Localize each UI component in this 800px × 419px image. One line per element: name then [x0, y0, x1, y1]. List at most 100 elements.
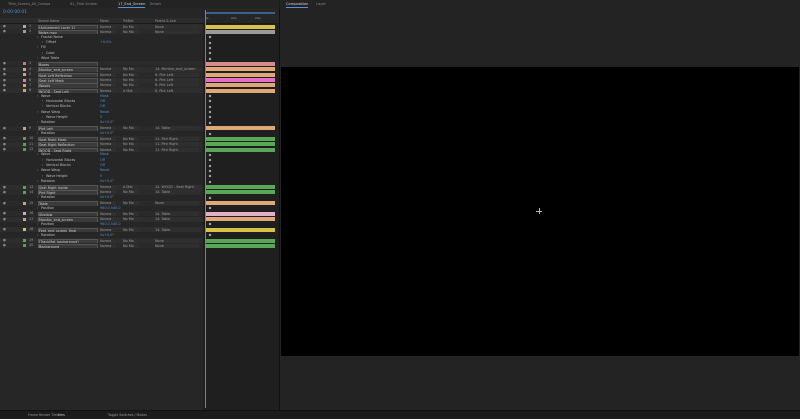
layer-duration-bar[interactable]	[206, 190, 275, 195]
eye-icon[interactable]: ●	[3, 78, 6, 83]
property-value[interactable]: Reset	[100, 110, 109, 115]
property-value[interactable]: 0x+0.0°	[100, 120, 114, 125]
twirl-icon[interactable]: ›	[42, 104, 43, 109]
eye-icon[interactable]: ●	[3, 126, 6, 131]
layer-name[interactable]: Monitor_end_screen	[38, 67, 98, 72]
keyframe-icon[interactable]	[208, 110, 212, 114]
layer-duration-bar[interactable]	[206, 142, 275, 147]
label-color-swatch[interactable]	[23, 244, 26, 248]
col-parent[interactable]: Parent & Link	[155, 19, 176, 23]
layer-name[interactable]: [Adjustment Layer 1]	[38, 24, 98, 29]
property-value[interactable]: Off	[100, 163, 105, 168]
property-row[interactable]: › Wave Warp Reset	[0, 109, 203, 115]
property-row[interactable]: › Wave Mask	[0, 93, 203, 99]
keyframe-icon[interactable]	[208, 223, 212, 226]
layer-name[interactable]: Boxes	[38, 61, 98, 67]
property-row[interactable]: › Offset +0.0%	[0, 40, 203, 46]
property-row[interactable]: › Horizontal Blocks Off	[0, 157, 203, 163]
keyframe-icon[interactable]	[208, 132, 212, 135]
layer-name[interactable]: [TrackMat_background]	[38, 238, 98, 243]
parent-dropdown[interactable]: 11. Pint Right	[155, 136, 199, 141]
layer-name[interactable]: Seat Left Mask	[38, 78, 98, 83]
timecode[interactable]: 0:00:00:01	[3, 10, 27, 15]
mode-dropdown[interactable]: Norma	[100, 67, 116, 72]
mode-dropdown[interactable]: Norma	[100, 185, 116, 189]
label-color-swatch[interactable]	[23, 217, 26, 221]
layer-row[interactable]: ● 19 [TrackMat_background] Norma No Mo None	[0, 238, 203, 243]
tab-title-screen-all-comps[interactable]: Title_Screen_All_Comps	[8, 1, 50, 7]
keyframe-icon[interactable]	[208, 164, 212, 168]
parent-dropdown[interactable]: None	[155, 243, 199, 248]
mode-dropdown[interactable]: Norma	[100, 83, 116, 88]
label-color-swatch[interactable]	[23, 137, 26, 141]
trkmat-dropdown[interactable]: No Mo	[123, 190, 139, 195]
eye-icon[interactable]: ●	[3, 201, 6, 206]
layer-duration-bar[interactable]	[206, 78, 275, 82]
twirl-icon[interactable]: ›	[42, 115, 43, 120]
layer-row[interactable]: ● 7 Woods Norma No Mo 6. Pint Left	[0, 82, 203, 88]
layer-name[interactable]: Seat Right Mask	[38, 136, 98, 142]
layer-duration-bar[interactable]	[206, 243, 275, 248]
tab-17-end-screen[interactable]: 17_End_Screen	[118, 1, 146, 8]
layer-name[interactable]: Table	[38, 201, 98, 206]
layer-duration-bar[interactable]	[206, 185, 275, 189]
layer-duration-bar[interactable]	[206, 217, 275, 222]
layer-duration-bar[interactable]	[206, 61, 275, 66]
property-row[interactable]: › Vertical Blocks Off	[0, 104, 203, 110]
layer-row[interactable]: ● 18 Feet_end_screen_final Norma No Mo 14. Ta…	[0, 227, 203, 233]
parent-dropdown[interactable]: 6. Pint Left	[155, 72, 199, 77]
trkmat-dropdown[interactable]: A Mat	[123, 88, 139, 93]
twirl-icon[interactable]: ›	[37, 45, 38, 50]
layer-name[interactable]: Background	[38, 243, 98, 249]
parent-dropdown[interactable]: 6. Pint Left	[155, 78, 199, 82]
trkmat-dropdown[interactable]: No Mo	[123, 238, 139, 243]
composition-viewer[interactable]	[281, 67, 799, 356]
keyframe-icon[interactable]	[208, 35, 212, 39]
col-trkmat[interactable]: TrkMat	[123, 19, 134, 23]
eye-icon[interactable]: ●	[3, 243, 6, 248]
layer-row[interactable]: ● 5 Seat Left Reflection Norma No Mo 6. Pint …	[0, 72, 203, 78]
layer-row[interactable]: ● 9 Pint Left Norma No Mo 14. Table	[0, 125, 203, 131]
layer-row[interactable]: ● 8 WOOD - Seat Left Norma A Mat 6. Pint Left	[0, 88, 203, 94]
layer-duration-bar[interactable]	[206, 201, 275, 206]
label-color-swatch[interactable]	[23, 73, 26, 77]
trkmat-dropdown[interactable]: No Mo	[123, 211, 139, 216]
layer-duration-bar[interactable]	[206, 147, 275, 152]
mode-dropdown[interactable]: Norma	[100, 78, 116, 82]
tab-layer[interactable]: Layer	[316, 1, 326, 7]
label-color-swatch[interactable]	[23, 190, 26, 194]
parent-dropdown[interactable]: 6. Pint Left	[155, 83, 199, 88]
property-value[interactable]: 0x+0.0°	[100, 179, 114, 184]
mode-dropdown[interactable]: Norma	[100, 136, 116, 141]
property-row[interactable]: › Fractal Noise	[0, 34, 203, 40]
twirl-icon[interactable]: ›	[37, 179, 38, 184]
keyframe-icon[interactable]	[208, 180, 212, 184]
label-color-swatch[interactable]	[23, 201, 26, 205]
eye-icon[interactable]: ●	[3, 136, 6, 141]
eye-icon[interactable]: ●	[3, 67, 6, 72]
mode-dropdown[interactable]: Norma	[100, 211, 116, 216]
twirl-icon[interactable]: ›	[42, 174, 43, 179]
work-area-bar[interactable]	[205, 12, 275, 14]
label-color-swatch[interactable]	[23, 30, 26, 34]
property-row[interactable]: › Wave Height 5	[0, 114, 203, 120]
layer-row[interactable]: ● 3 Boxes	[0, 61, 203, 67]
twirl-icon[interactable]: ›	[37, 120, 38, 125]
layer-name[interactable]: Seat Left Reflection	[38, 72, 98, 78]
keyframe-icon[interactable]	[208, 158, 212, 162]
twirl-icon[interactable]: ›	[42, 51, 43, 56]
mode-dropdown[interactable]: Norma	[100, 24, 116, 29]
trkmat-dropdown[interactable]: A Mat	[123, 185, 139, 189]
twirl-icon[interactable]: ›	[37, 110, 38, 115]
property-value[interactable]: +0.0%	[100, 40, 111, 45]
layer-row[interactable]: ● 11 Seat Right Reflection Norma No Mo 11. Pi…	[0, 141, 203, 147]
property-row[interactable]: › Rotation 0x+0.0°	[0, 131, 203, 136]
label-color-swatch[interactable]	[23, 142, 26, 146]
layer-row[interactable]: ● 13 Seat Right Inside Norma A Mat 12. WOOD -…	[0, 184, 203, 190]
parent-dropdown[interactable]: 14. Table	[155, 126, 199, 131]
property-row[interactable]: › Wipe Table	[0, 56, 203, 62]
layer-duration-bar[interactable]	[206, 29, 275, 34]
keyframe-icon[interactable]	[208, 233, 212, 237]
layer-row[interactable]: ● 20 Background Norma No Mo None	[0, 243, 203, 249]
property-value[interactable]: Reset	[100, 168, 109, 173]
